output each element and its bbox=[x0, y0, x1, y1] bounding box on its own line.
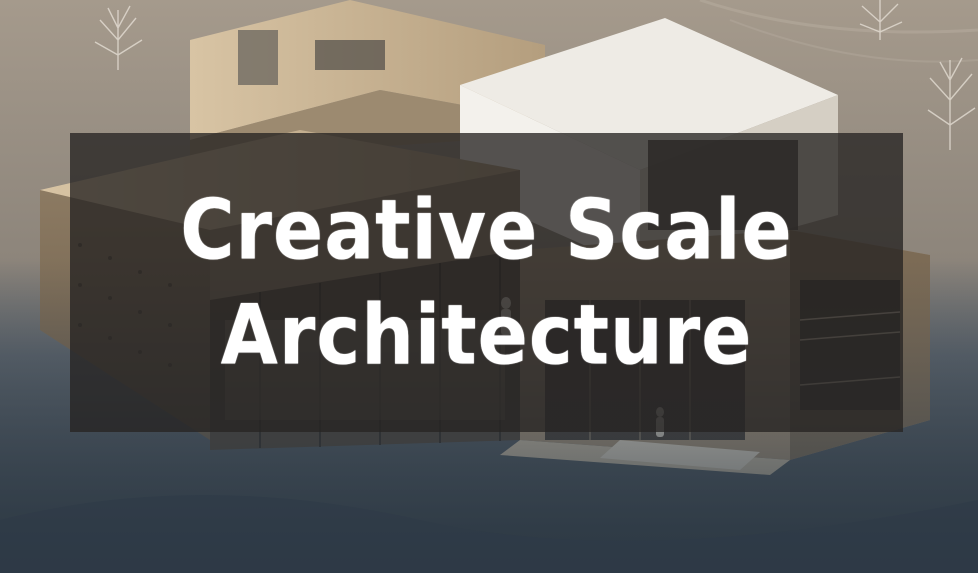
title-banner: Creative Scale Architecture bbox=[70, 133, 903, 432]
page-title: Creative Scale Architecture bbox=[70, 115, 903, 450]
title-line-1: Creative Scale bbox=[180, 181, 793, 279]
title-line-2: Architecture bbox=[220, 286, 753, 384]
